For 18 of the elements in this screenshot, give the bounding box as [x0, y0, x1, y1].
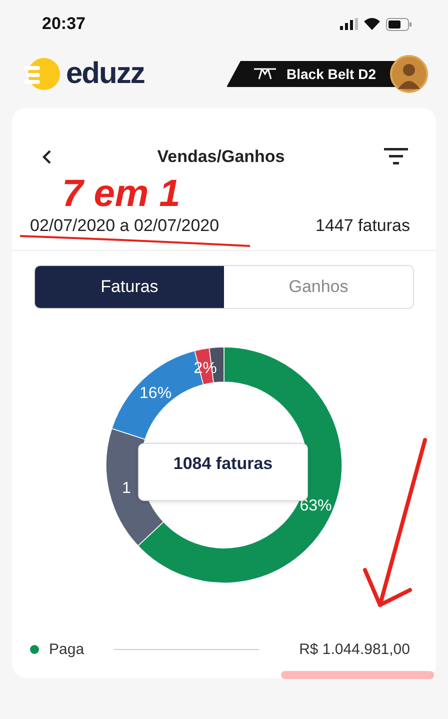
slice-label: 1 [122, 480, 131, 497]
date-range: 02/07/2020 a 02/07/2020 [30, 216, 220, 236]
annotation-text: 7 em 1 [62, 174, 180, 214]
status-time: 20:37 [42, 14, 86, 34]
invoice-count: 1447 faturas [315, 216, 410, 236]
screen-title: Vendas/Ganhos [157, 147, 285, 167]
battery-icon [386, 18, 412, 30]
avatar[interactable] [390, 55, 428, 93]
slice-label: 16% [140, 385, 172, 402]
logo-icon [24, 56, 60, 92]
wifi-icon [364, 18, 380, 30]
tab[interactable]: Faturas [35, 266, 224, 308]
chart-tooltip: 1084 faturas [138, 443, 308, 501]
logo-text: eduzz [66, 57, 144, 91]
belt-icon [252, 68, 277, 80]
legend-value: R$ 1.044.981,00 [299, 641, 410, 658]
legend-label: Paga [49, 641, 84, 658]
signal-icon [340, 18, 358, 30]
